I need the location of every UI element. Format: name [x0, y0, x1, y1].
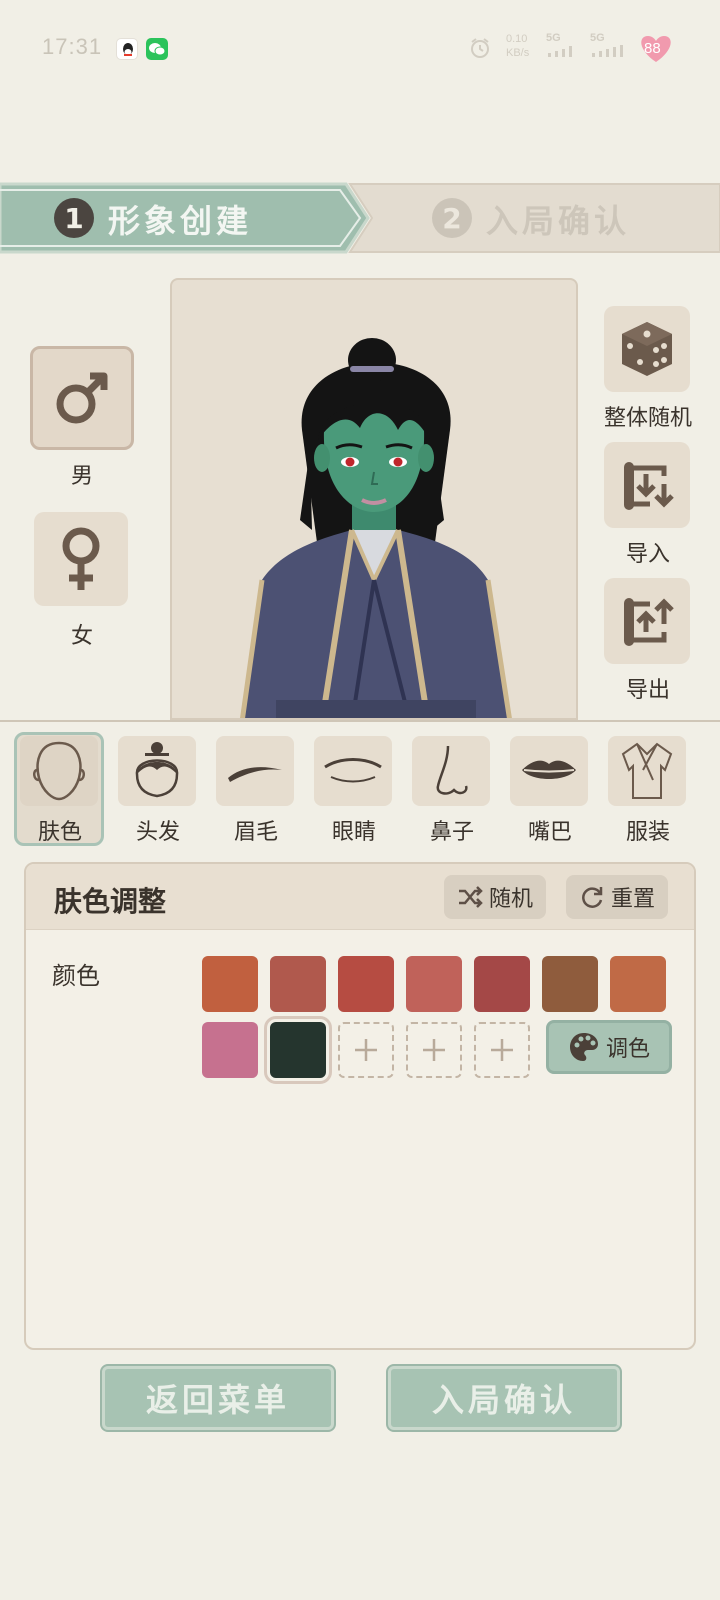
- feature-tab-mouth[interactable]: 嘴巴: [510, 736, 590, 846]
- alarm-icon: [468, 36, 492, 64]
- plus-icon: [355, 1039, 377, 1061]
- reset-button[interactable]: 重置: [566, 875, 668, 919]
- male-symbol-icon: [56, 372, 108, 424]
- palette-icon: [569, 1033, 598, 1061]
- character-portrait: [170, 278, 578, 720]
- robe-icon: [608, 736, 686, 806]
- battery-heart-icon: 88: [636, 34, 676, 64]
- add-color-slot[interactable]: [474, 1022, 530, 1078]
- swatch-row-1: [202, 956, 666, 1012]
- color-swatch[interactable]: [474, 956, 530, 1012]
- plus-icon: [491, 1039, 513, 1061]
- color-swatch[interactable]: [610, 956, 666, 1012]
- feature-tab-eyes[interactable]: 眼睛: [314, 736, 394, 846]
- color-swatch[interactable]: [264, 1016, 332, 1084]
- face-outline-icon: [20, 736, 98, 806]
- color-swatch[interactable]: [202, 956, 258, 1012]
- mix-color-label: 调色: [605, 1037, 650, 1062]
- shuffle-icon: [458, 886, 483, 908]
- tab-step-character-creation[interactable]: 形象创建: [108, 196, 252, 242]
- qq-icon: [116, 38, 138, 60]
- add-color-slot[interactable]: [406, 1022, 462, 1078]
- feature-label-hair: 头发: [135, 820, 180, 845]
- skin-color-panel: 肤色调整 随机 重置 颜色 调色: [24, 862, 696, 1350]
- female-button[interactable]: [34, 512, 128, 606]
- color-swatch[interactable]: [202, 1022, 258, 1078]
- plus-icon: [423, 1039, 445, 1061]
- hair-bun-icon: [118, 736, 196, 806]
- step-tabs: 1 形象创建 2 入局确认: [0, 182, 720, 254]
- import-button[interactable]: [604, 442, 690, 528]
- panel-header: 肤色调整 随机 重置: [26, 864, 694, 930]
- female-label: 女: [70, 624, 93, 649]
- reset-button-label: 重置: [610, 887, 655, 912]
- random-all-label: 整体随机: [603, 406, 692, 431]
- female-symbol-icon: [62, 527, 100, 590]
- signal-sim2: 5G: [590, 32, 626, 62]
- export-button[interactable]: [604, 578, 690, 664]
- step-1-number: 1: [54, 198, 94, 238]
- export-label: 导出: [625, 678, 670, 703]
- swatch-row-2: [202, 1016, 530, 1084]
- confirm-enter-button[interactable]: 入局确认: [388, 1366, 620, 1430]
- export-scroll-icon: [624, 598, 674, 646]
- eye-icon: [314, 736, 392, 806]
- color-swatch[interactable]: [542, 956, 598, 1012]
- back-to-menu-button[interactable]: 返回菜单: [102, 1366, 334, 1430]
- lips-icon: [510, 736, 588, 806]
- feature-label-nose: 鼻子: [429, 820, 474, 845]
- wechat-icon: [146, 38, 168, 60]
- net-speed: 0.10 KB/s: [506, 33, 530, 59]
- import-label: 导入: [625, 542, 670, 567]
- color-swatch[interactable]: [338, 956, 394, 1012]
- feature-tab-skin[interactable]: 肤色: [20, 736, 100, 846]
- import-scroll-icon: [624, 462, 674, 510]
- color-swatch[interactable]: [406, 956, 462, 1012]
- feature-label-eyebrows: 眉毛: [233, 820, 278, 845]
- random-all-button[interactable]: [604, 306, 690, 392]
- random-button[interactable]: 随机: [444, 875, 546, 919]
- feature-label-clothing: 服装: [625, 820, 670, 845]
- color-label: 颜色: [52, 962, 100, 990]
- feature-label-skin: 肤色: [37, 820, 82, 845]
- feature-label-mouth: 嘴巴: [527, 820, 572, 845]
- tab-step-confirm[interactable]: 入局确认: [486, 196, 630, 242]
- male-label: 男: [70, 464, 93, 489]
- feature-tab-nose[interactable]: 鼻子: [412, 736, 492, 846]
- dice-icon: [622, 322, 672, 376]
- feature-tab-hair[interactable]: 头发: [118, 736, 198, 846]
- section-divider: [0, 720, 720, 722]
- status-time: 17:31: [42, 34, 103, 59]
- reset-icon: [582, 887, 603, 908]
- random-button-label: 随机: [488, 887, 533, 912]
- battery-level: 88: [644, 40, 661, 57]
- nose-icon: [412, 736, 490, 806]
- feature-label-eyes: 眼睛: [331, 820, 376, 845]
- signal-sim1: 5G: [546, 32, 576, 62]
- eyebrow-icon: [216, 736, 294, 806]
- feature-tab-eyebrows[interactable]: 眉毛: [216, 736, 296, 846]
- male-button[interactable]: [30, 346, 134, 450]
- panel-title: 肤色调整: [54, 885, 167, 918]
- step-2-number: 2: [432, 198, 472, 238]
- mix-color-button[interactable]: 调色: [546, 1020, 672, 1074]
- color-swatch[interactable]: [270, 956, 326, 1012]
- feature-tab-clothing[interactable]: 服装: [608, 736, 688, 846]
- add-color-slot[interactable]: [338, 1022, 394, 1078]
